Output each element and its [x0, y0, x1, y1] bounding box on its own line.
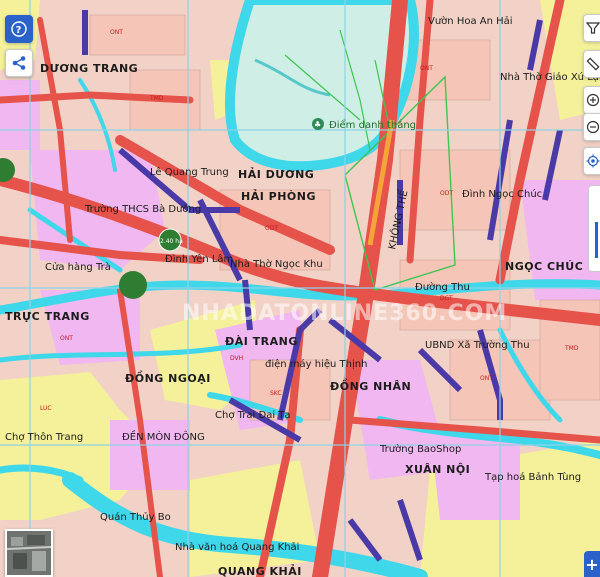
place-label: ĐỒNG NHÂN: [330, 378, 411, 393]
zoom-out-button[interactable]: [583, 113, 600, 141]
filter-button[interactable]: [583, 14, 600, 42]
place-label: TRỰC TRANG: [5, 310, 90, 323]
svg-text:TMD: TMD: [149, 95, 164, 102]
poi-label: Tạp hoá Bảnh Tùng: [484, 471, 581, 483]
planning-map[interactable]: ONT TMD ONT ODT ODT DGT ONT SKC TMD ONT …: [0, 0, 600, 577]
zoom-in-button[interactable]: [583, 86, 600, 114]
poi-label: Điểm danh thắng: [329, 118, 416, 131]
poi-label: Nhà văn hoá Quang Khải: [175, 541, 299, 553]
poi-label: Lê Quang Trung: [150, 166, 229, 178]
poi-label: Trường BaoShop: [379, 443, 461, 455]
poi-label: Chợ Thôn Trang: [5, 431, 83, 443]
area-marker[interactable]: [119, 271, 147, 299]
help-icon: ?: [11, 21, 27, 37]
poi-label: Cửa hàng Trà: [45, 261, 111, 273]
svg-text:ONT: ONT: [420, 65, 433, 72]
poi-label: Vườn Hoa An Hải: [428, 15, 513, 27]
slider-thumb[interactable]: [595, 222, 598, 258]
svg-text:♣: ♣: [314, 120, 321, 129]
poi-label: Đình Ngọc Chúc: [462, 188, 542, 200]
svg-text:LUC: LUC: [40, 405, 52, 412]
poi-label: Đường Thu: [415, 281, 470, 293]
locate-button[interactable]: [583, 147, 600, 175]
layer-panel-button[interactable]: +: [584, 551, 600, 577]
place-label: HẢI DƯƠNG: [238, 167, 314, 181]
zoom-out-icon: [586, 120, 599, 134]
place-label: XUÂN NỘI: [405, 463, 470, 476]
share-button[interactable]: [5, 49, 33, 77]
svg-text:DVH: DVH: [230, 355, 243, 362]
watermark: NHADATONLINE360.COM: [182, 301, 507, 326]
poi-label: UBND Xã Trường Thu: [425, 339, 530, 351]
place-label: ĐỒNG NGOẠI: [125, 370, 211, 385]
plus-icon: +: [585, 554, 599, 574]
poi-label: Trường THCS Bà Dưỡng: [84, 203, 201, 215]
filter-icon: [585, 22, 600, 34]
poi-label: điện máy hiệu Thịnh: [265, 358, 367, 370]
poi-label: Nhà Thờ Ngọc Khu: [230, 258, 323, 270]
svg-text:ONT: ONT: [480, 375, 493, 382]
svg-text:2.40 ha: 2.40 ha: [160, 238, 183, 245]
satellite-thumbnail-icon: [7, 531, 51, 575]
svg-text:ODT: ODT: [440, 190, 453, 197]
place-label: NGỌC CHÚC: [505, 260, 583, 273]
ruler-icon: [585, 57, 600, 71]
svg-text:?: ?: [16, 25, 22, 36]
place-label: HẢI PHÒNG: [241, 189, 316, 203]
poi-label: ĐỀN MÒN ĐÔNG: [122, 429, 205, 443]
poi-label: Chợ Trai Đại Tạ: [215, 410, 291, 421]
svg-text:ODT: ODT: [265, 225, 278, 232]
svg-text:ONT: ONT: [60, 335, 73, 342]
svg-text:SKC: SKC: [270, 390, 282, 397]
svg-text:ONT: ONT: [110, 29, 123, 36]
basemap-toggle[interactable]: [5, 529, 53, 577]
measure-button[interactable]: [583, 50, 600, 78]
place-label: DƯƠNG TRANG: [40, 62, 138, 75]
help-button[interactable]: ?: [5, 15, 33, 43]
svg-text:TMD: TMD: [564, 345, 579, 352]
opacity-slider[interactable]: [588, 185, 600, 272]
share-icon: [12, 56, 26, 70]
place-label: ĐÀI TRANG: [225, 335, 298, 348]
poi-label: Đình Yên Lâm: [165, 253, 233, 265]
place-label: QUANG KHẢI: [218, 564, 302, 577]
zoom-in-icon: [586, 93, 599, 107]
poi-label: Quán Thủy Bo: [100, 511, 171, 523]
locate-icon: [586, 154, 599, 168]
